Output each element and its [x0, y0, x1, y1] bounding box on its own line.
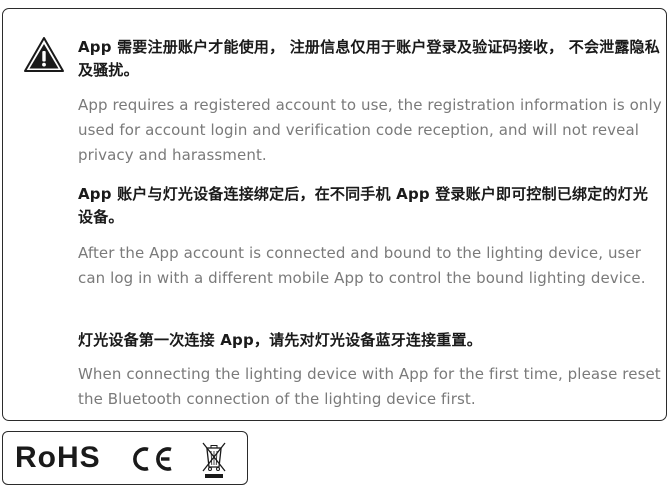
manual-page: App 需要注册账户才能使用， 注册信息仅用于账户登录及验证码接收， 不会泄露隐… [0, 0, 671, 496]
notice-cn-binding: App 账户与灯光设备连接绑定后，在不同手机 App 登录账户即可控制已绑定的灯… [78, 185, 649, 226]
notice-en-registration: App requires a registered account to use… [78, 96, 662, 164]
weee-crossed-bin-icon [202, 442, 226, 478]
notice-box: App 需要注册账户才能使用， 注册信息仅用于账户登录及验证码接收， 不会泄露隐… [2, 8, 667, 421]
rohs-mark: RoHS [15, 441, 101, 474]
certification-marks-box: RoHS [2, 431, 248, 485]
notice-cn-first-connection: 灯光设备第一次连接 App，请先对灯光设备蓝牙连接重置。 [78, 331, 482, 349]
warning-triangle-icon [24, 37, 64, 72]
notice-en-first-connection: When connecting the lighting device with… [78, 365, 661, 408]
notice-en-binding: After the App account is connected and b… [78, 244, 646, 287]
notice-cn-registration: App 需要注册账户才能使用， 注册信息仅用于账户登录及验证码接收， 不会泄露隐… [78, 38, 660, 79]
ce-mark-icon [133, 447, 172, 471]
